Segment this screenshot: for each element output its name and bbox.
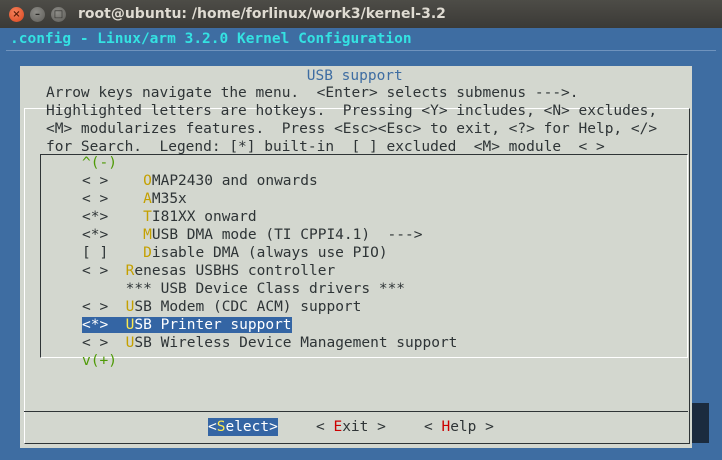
menu-item-label: I81XX onward [151, 209, 257, 225]
menu-item-hotkey: M [143, 227, 152, 243]
menu-item[interactable]: [ ] Disable DMA (always use PIO) [82, 244, 388, 262]
menu-item-label: MAP2430 and onwards [151, 173, 318, 189]
menu-item-hotkey: D [143, 245, 152, 261]
help-line-1: Arrow keys navigate the menu. <Enter> se… [46, 85, 579, 101]
usb-support-dialog: USB support Arrow keys navigate the menu… [20, 66, 692, 448]
menu-item-state[interactable]: < > [82, 173, 108, 189]
menu-item-hotkey: O [143, 173, 152, 189]
exit-hotkey: E [333, 419, 343, 435]
menu-item[interactable]: <*> TI81XX onward [82, 208, 257, 226]
maximize-window-icon[interactable]: □ [51, 7, 66, 22]
menu-item-indent [108, 281, 125, 297]
menu-item-state[interactable]: <*> [82, 209, 108, 225]
menu-item-state[interactable]: < > [82, 191, 108, 207]
window-titlebar[interactable]: × – □ root@ubuntu: /home/forlinux/work3/… [0, 0, 722, 28]
select-close: > [269, 419, 278, 435]
menu-item-indent [108, 209, 143, 225]
exit-open: < [316, 419, 334, 435]
menu-item-label: *** USB Device Class drivers *** [125, 281, 406, 297]
header-divider [6, 50, 716, 51]
select-open: < [208, 419, 217, 435]
menu-item[interactable]: *** USB Device Class drivers *** [82, 280, 405, 298]
menu-item[interactable]: < > Renesas USBHS controller [82, 262, 335, 280]
menu-item-indent [108, 245, 143, 261]
menu-item-state[interactable]: < > [82, 299, 108, 315]
menu-item[interactable]: < > USB Wireless Device Management suppo… [82, 334, 457, 352]
scroll-down-indicator[interactable]: v(+) [82, 352, 117, 370]
help-button[interactable]: < Help > [424, 418, 494, 436]
menu-item[interactable]: < > AM35x [82, 190, 187, 208]
menu-item-indent [108, 299, 125, 315]
menu-item-hotkey: A [143, 191, 152, 207]
help-open: < [424, 419, 442, 435]
button-separator [24, 411, 688, 412]
help-label: elp [450, 419, 477, 435]
config-header: .config - Linux/arm 3.2.0 Kernel Configu… [10, 31, 412, 47]
select-label: elect [225, 419, 270, 435]
scroll-up-indicator[interactable]: ^(-) [82, 154, 117, 172]
menu-item[interactable]: <*> USB Printer support [82, 316, 292, 334]
help-close: > [476, 419, 494, 435]
select-button[interactable]: <Select> [208, 418, 278, 436]
exit-button[interactable]: < Exit > [316, 418, 386, 436]
menu-item[interactable]: < > OMAP2430 and onwards [82, 172, 318, 190]
dialog-title: USB support [298, 67, 412, 85]
exit-label: xit [342, 419, 369, 435]
menu-item-label: isable DMA (always use PIO) [151, 245, 388, 261]
menu-item-label: SB Modem (CDC ACM) support [134, 299, 362, 315]
menu-item[interactable]: <*> MUSB DMA mode (TI CPPI4.1) ---> [82, 226, 422, 244]
menu-item-state[interactable] [82, 281, 108, 297]
terminal-area[interactable]: .config - Linux/arm 3.2.0 Kernel Configu… [0, 28, 722, 460]
menu-item-indent [108, 263, 125, 279]
menu-item-hotkey: T [143, 209, 152, 225]
exit-close: > [368, 419, 386, 435]
menu-item-label: enesas USBHS controller [134, 263, 336, 279]
menu-item-indent [108, 173, 143, 189]
menu-item-indent [108, 317, 126, 333]
menu-item-state[interactable]: <*> [82, 317, 109, 333]
help-line-2: Highlighted letters are hotkeys. Pressin… [46, 103, 658, 119]
menu-item-state[interactable]: [ ] [82, 245, 108, 261]
menu-item-indent [108, 191, 143, 207]
minimize-window-icon[interactable]: – [30, 7, 45, 22]
help-hotkey: H [441, 419, 451, 435]
menu-item[interactable]: < > USB Modem (CDC ACM) support [82, 298, 361, 316]
help-line-3: <M> modularizes features. Press <Esc><Es… [46, 121, 658, 137]
menu-item-state[interactable]: <*> [82, 227, 108, 243]
menu-item-state[interactable]: < > [82, 335, 108, 351]
window-title: root@ubuntu: /home/forlinux/work3/kernel… [78, 6, 446, 22]
menu-item-indent [108, 227, 143, 243]
close-window-icon[interactable]: × [9, 7, 24, 22]
menu-item-label: SB Printer support [134, 317, 292, 333]
menu-item-label: M35x [151, 191, 187, 207]
menu-item-indent [108, 335, 125, 351]
menu-item-state[interactable]: < > [82, 263, 108, 279]
menu-item-label: USB DMA mode (TI CPPI4.1) ---> [151, 227, 423, 243]
menu-item-label: SB Wireless Device Management support [134, 335, 458, 351]
